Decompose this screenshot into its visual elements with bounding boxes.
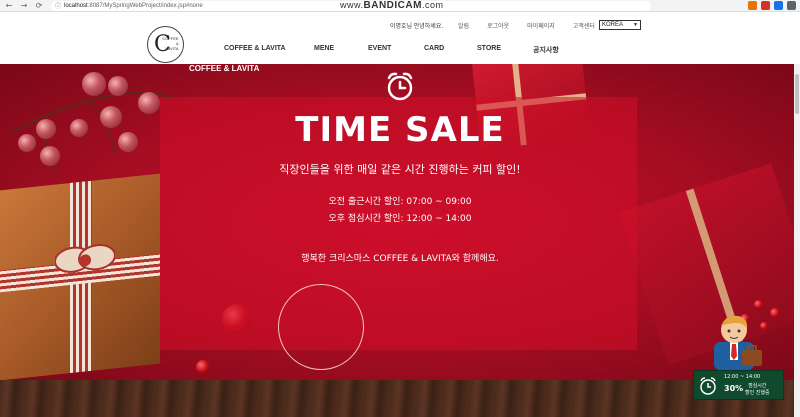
sale-lunch-hours: 오후 점심시간 할인: 12:00 ~ 14:00 [328,214,472,224]
berry-decoration [770,308,780,318]
sale-footer-text: 행복한 크리스마스 COFFEE & LAVITA와 함께해요. [301,254,499,264]
nav-menu[interactable]: MENE [314,45,368,55]
recording-watermark: www.BANDICAM.com [340,0,444,11]
link-notifications[interactable]: 알림 [458,21,469,30]
url-host: localhost [64,2,88,9]
extension-icons [748,1,796,10]
link-customer-center[interactable]: 고객센터 [573,21,595,30]
site-logo[interactable]: C COFFEE & LAVITA [147,26,184,63]
arrow-left-icon[interactable]: ← [3,0,15,12]
nav-store[interactable]: STORE [477,45,533,55]
url-path: :8087/MySpringWebProject/index.jsp#none [87,2,203,9]
utility-links: 이명호님 안녕하세요. 알림 로그아웃 마이페이지 고객센터 [390,21,613,30]
nav-event[interactable]: EVENT [368,45,424,55]
promo-percent: 30% [724,384,744,393]
page-scrollbar[interactable] [794,64,800,417]
berry-decoration [196,360,210,374]
berry-decoration [108,76,128,96]
profile-avatar-icon[interactable] [774,1,783,10]
nav-card[interactable]: CARD [424,45,477,55]
sale-morning-hours: 오전 출근시간 할인: 07:00 ~ 09:00 [328,197,472,207]
chevron-down-icon: ▼ [633,22,638,28]
link-logout[interactable]: 로그아웃 [487,21,509,30]
nav-coffee-lavita[interactable]: COFFEE & LAVITA [224,45,314,55]
logo-letter: C [154,32,171,57]
extension-icon[interactable] [748,1,757,10]
hero-brand: COFFEE & LAVITA [189,64,260,73]
promo-time: 12:00 ~ 14:00 [724,374,761,380]
promo-label: 점심시간 할인 진행중 [745,383,770,396]
alarm-clock-icon [387,72,413,101]
lunch-discount-badge[interactable]: 12:00 ~ 14:00 30% 점심시간 할인 진행중 [693,370,784,400]
reload-icon[interactable]: ⟳ [33,0,45,12]
clock-icon [700,377,716,395]
extension-icon[interactable] [761,1,770,10]
sale-title: TIME SALE [295,110,505,150]
ring-decoration [278,284,364,370]
office-worker-illustration[interactable] [706,312,766,370]
link-mypage[interactable]: 마이페이지 [527,21,555,30]
site-header: C COFFEE & LAVITA 이명호님 안녕하세요. 알림 로그아웃 마이… [0,12,800,64]
scroll-thumb[interactable] [795,74,799,114]
berry-decoration [754,300,763,309]
user-greeting: 이명호님 안녕하세요. [390,24,444,30]
berry-decoration [82,72,106,96]
language-select[interactable]: KOREA ▼ [599,20,641,30]
nav-notice[interactable]: 공지사항 [533,45,559,55]
wood-section [0,380,800,417]
main-navigation: COFFEE & LAVITA MENE EVENT CARD STORE 공지… [224,45,559,55]
sale-subtitle: 직장인들을 위한 매일 같은 시간 진행하는 커피 할인! [279,163,521,176]
menu-icon[interactable] [787,1,796,10]
arrow-right-icon[interactable]: → [18,0,30,12]
info-icon[interactable]: ⓘ [55,1,61,10]
